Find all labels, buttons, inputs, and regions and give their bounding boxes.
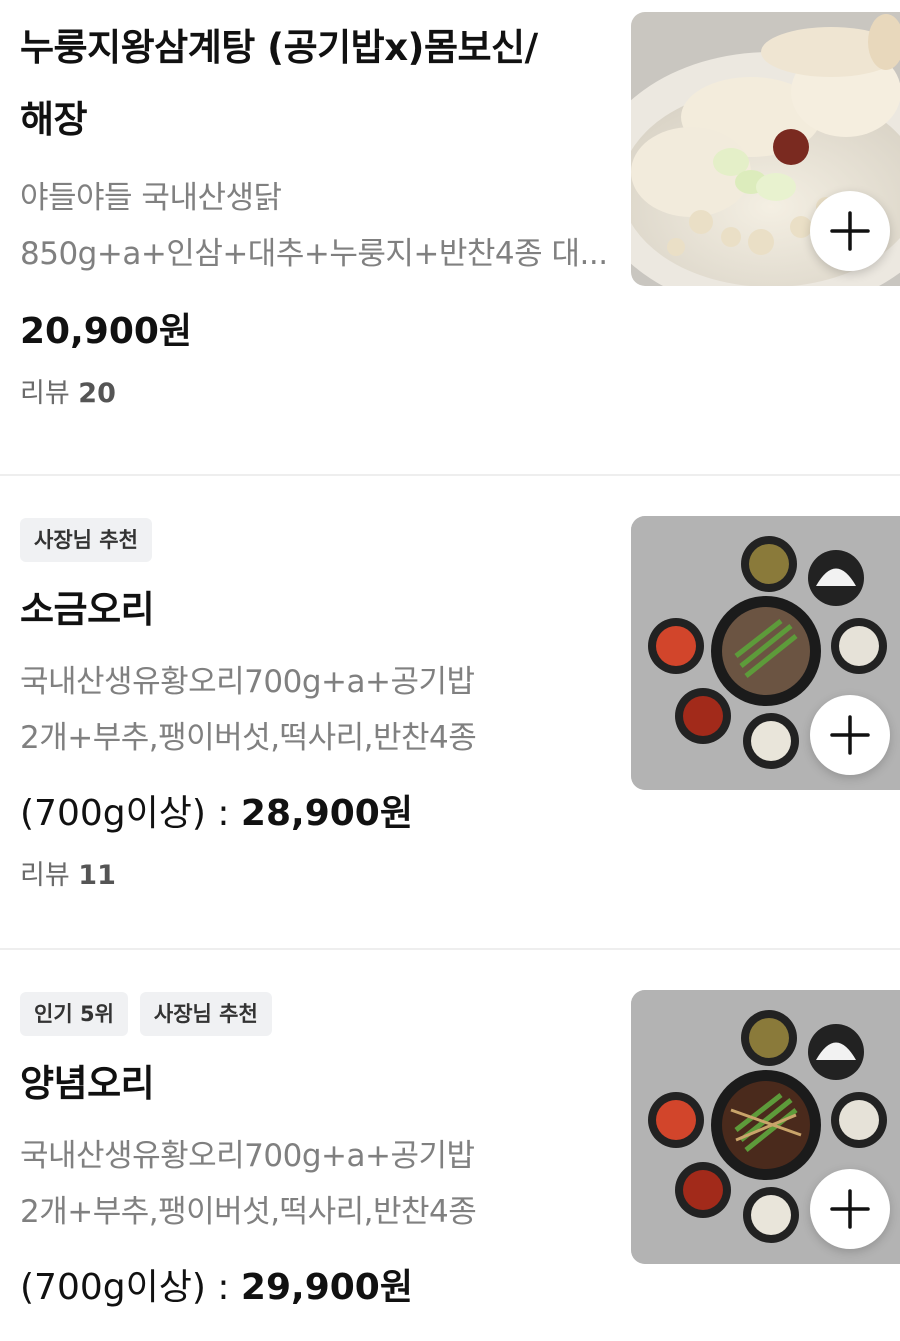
menu-item-title: 양념오리 [20, 1060, 610, 1108]
badge-list: 사장님 추천 [20, 518, 610, 562]
menu-item-price: (700g이상) : 28,900원 [20, 790, 610, 838]
add-to-cart-button[interactable] [810, 191, 890, 271]
menu-item-title: 소금오리 [20, 586, 610, 634]
badge-owner-recommend: 사장님 추천 [139, 992, 272, 1036]
menu-item-salt-duck[interactable]: 사장님 추천 소금오리 국내산생유황오리700g+a+공기밥 2개+부추,팽이버… [0, 476, 900, 948]
price-prefix: (700g이상) : [20, 793, 241, 834]
menu-item-samgyetang[interactable]: 누룽지왕삼계탕 (공기밥x)몸보신/ 해장 야들야들 국내산생닭 850g+a+… [0, 0, 900, 474]
samgyetang-photo[interactable] [631, 12, 900, 286]
title-line: 해장 [20, 98, 88, 141]
title-line: 양념오리 [20, 1062, 155, 1105]
menu-item-text: 사장님 추천 소금오리 국내산생유황오리700g+a+공기밥 2개+부추,팽이버… [20, 518, 610, 894]
menu-item-description: 국내산생유황오리700g+a+공기밥 2개+부추,팽이버섯,떡사리,반찬4종 [20, 654, 610, 766]
plus-icon [830, 715, 870, 755]
add-to-cart-button[interactable] [810, 1169, 890, 1249]
menu-list: 누룽지왕삼계탕 (공기밥x)몸보신/ 해장 야들야들 국내산생닭 850g+a+… [0, 0, 900, 1341]
review-count: 리뷰 11 [20, 858, 610, 894]
review-count: 리뷰 20 [20, 376, 610, 412]
menu-item-text: 누룽지왕삼계탕 (공기밥x)몸보신/ 해장 야들야들 국내산생닭 850g+a+… [20, 24, 610, 412]
menu-item-description: 야들야들 국내산생닭 850g+a+인삼+대추+누룽지+반찬4종 대... [20, 170, 610, 282]
menu-item-title: 누룽지왕삼계탕 (공기밥x)몸보신/ 해장 [20, 24, 610, 144]
review-number: 20 [78, 378, 116, 409]
description-line: 야들야들 국내산생닭 [20, 180, 282, 216]
badge-popular-rank: 인기 5위 [20, 992, 128, 1036]
add-to-cart-button[interactable] [810, 695, 890, 775]
price-prefix: (700g이상) : [20, 1267, 241, 1308]
price-value: 29,900원 [240, 1267, 413, 1308]
review-number: 11 [78, 860, 116, 891]
menu-item-price: (700g이상) : 29,900원 [20, 1264, 610, 1312]
plus-icon [830, 1189, 870, 1229]
menu-item-text: 인기 5위 사장님 추천 양념오리 국내산생유황오리700g+a+공기밥 2개+… [20, 992, 610, 1312]
description-line: 2개+부추,팽이버섯,떡사리,반찬4종 [20, 1194, 477, 1230]
review-label: 리뷰 [20, 860, 70, 891]
description-line: 국내산생유황오리700g+a+공기밥 [20, 664, 475, 700]
description-line: 850g+a+인삼+대추+누룽지+반찬4종 대... [20, 236, 608, 272]
description-line: 2개+부추,팽이버섯,떡사리,반찬4종 [20, 720, 477, 756]
review-label: 리뷰 [20, 378, 70, 409]
title-line: 소금오리 [20, 588, 155, 631]
menu-item-description: 국내산생유황오리700g+a+공기밥 2개+부추,팽이버섯,떡사리,반찬4종 [20, 1128, 610, 1240]
seasoned-duck-photo[interactable] [631, 990, 900, 1264]
badge-owner-recommend: 사장님 추천 [20, 518, 152, 562]
menu-item-seasoned-duck[interactable]: 인기 5위 사장님 추천 양념오리 국내산생유황오리700g+a+공기밥 2개+… [0, 950, 900, 1341]
price-value: 28,900원 [240, 793, 413, 834]
badge-list: 인기 5위 사장님 추천 [20, 992, 610, 1036]
description-line: 국내산생유황오리700g+a+공기밥 [20, 1138, 475, 1174]
price-value: 20,900원 [20, 311, 193, 352]
title-line: 누룽지왕삼계탕 (공기밥x)몸보신/ [20, 26, 538, 69]
menu-item-price: 20,900원 [20, 308, 610, 356]
salt-duck-photo[interactable] [631, 516, 900, 790]
plus-icon [830, 211, 870, 251]
